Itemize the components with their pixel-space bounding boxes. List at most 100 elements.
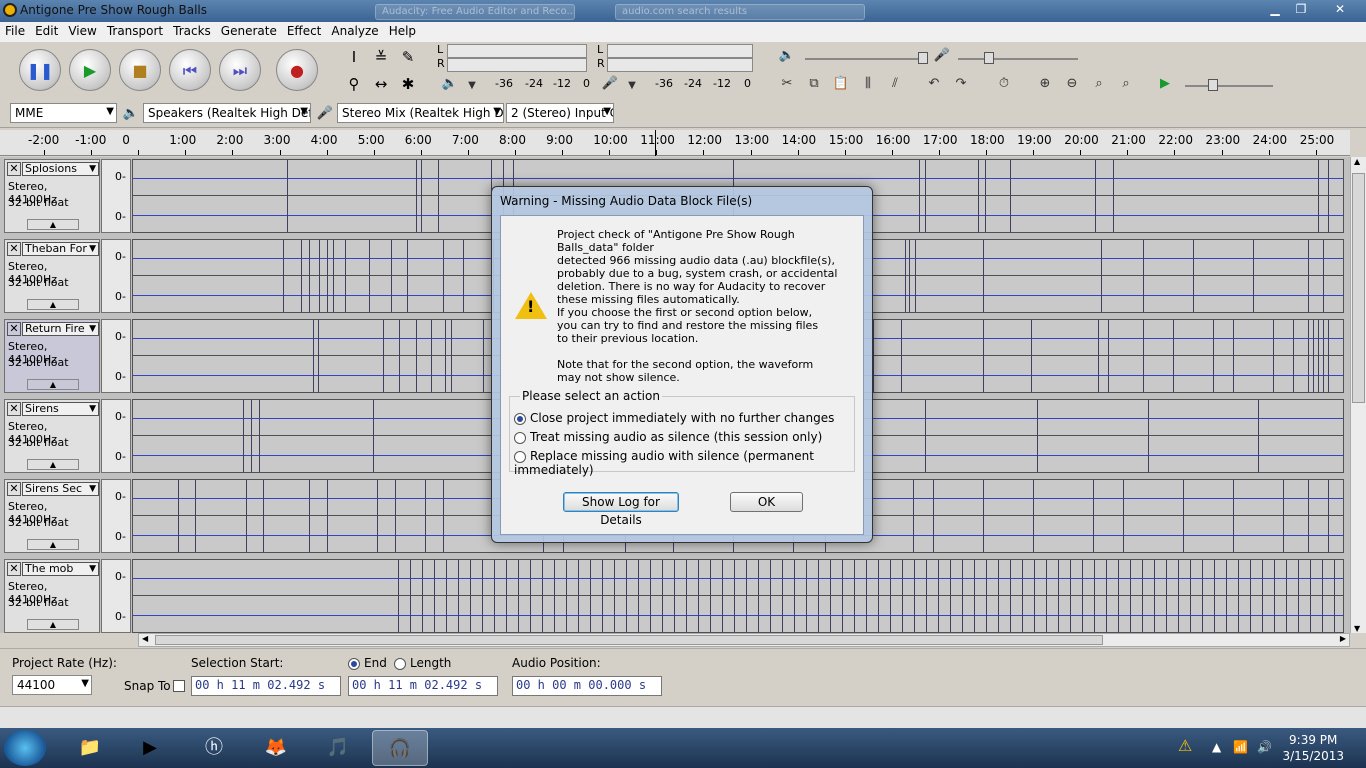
- menu-analyze[interactable]: Analyze: [326, 22, 383, 40]
- track-control-panel[interactable]: ✕ The mob Stereo, 44100Hz 32-bit float ▲: [4, 559, 100, 633]
- skip-start-button[interactable]: ⏮: [169, 49, 211, 91]
- track-close-icon[interactable]: ✕: [7, 482, 21, 496]
- collapse-icon[interactable]: ▲: [27, 219, 79, 230]
- envelope-tool[interactable]: ≚: [369, 45, 393, 69]
- system-clock[interactable]: 9:39 PM 3/15/2013: [1282, 732, 1344, 764]
- show-hidden-icons-icon[interactable]: ▲: [1212, 740, 1221, 754]
- undo-icon[interactable]: ↶: [922, 72, 946, 96]
- scroll-up-icon[interactable]: ▲: [1354, 157, 1360, 166]
- input-device-select[interactable]: Stereo Mix (Realtek High Defin▼: [337, 103, 504, 123]
- zoom-out-icon[interactable]: ⊖: [1060, 72, 1084, 96]
- collapse-icon[interactable]: ▲: [27, 539, 79, 550]
- track-close-icon[interactable]: ✕: [7, 322, 21, 336]
- track-close-icon[interactable]: ✕: [7, 562, 21, 576]
- audio-host-select[interactable]: MME ▼: [10, 103, 117, 123]
- vertical-scrollbar[interactable]: ▲ ▼: [1350, 157, 1366, 633]
- play-speed-slider[interactable]: [1185, 85, 1273, 87]
- input-volume-thumb[interactable]: [984, 52, 994, 64]
- vertical-scroll-thumb[interactable]: [1352, 173, 1365, 403]
- option-replace-silence[interactable]: Replace missing audio with silence (perm…: [514, 449, 854, 477]
- show-log-button[interactable]: Show Log for Details: [563, 492, 679, 527]
- action-center-warning-icon[interactable]: ⚠: [1178, 736, 1192, 755]
- record-button[interactable]: ●: [276, 49, 318, 91]
- scroll-right-icon[interactable]: ▶: [1340, 634, 1346, 643]
- explorer-taskbar-icon[interactable]: 📁: [62, 730, 118, 766]
- timeshift-tool[interactable]: ↔: [369, 72, 393, 96]
- selection-end-field[interactable]: 00 h 11 m 02.492 s: [348, 676, 498, 696]
- collapse-icon[interactable]: ▲: [27, 379, 79, 390]
- menu-file[interactable]: File: [0, 22, 30, 40]
- scroll-down-icon[interactable]: ▼: [1354, 624, 1360, 633]
- menu-effect[interactable]: Effect: [282, 22, 327, 40]
- minimize-button[interactable]: ▁: [1262, 0, 1288, 18]
- option-radio[interactable]: [514, 431, 526, 444]
- selection-start-field[interactable]: 00 h 11 m 02.492 s: [191, 676, 341, 696]
- skip-end-button[interactable]: ⏭: [219, 49, 261, 91]
- track-control-panel[interactable]: ✕ Sirens Stereo, 44100Hz 32-bit float ▲: [4, 399, 100, 473]
- track-name-menu[interactable]: Sirens Sec: [22, 482, 99, 496]
- track-name-menu[interactable]: Sirens: [22, 402, 99, 416]
- output-volume-thumb[interactable]: [918, 52, 928, 64]
- redo-icon[interactable]: ↷: [949, 72, 973, 96]
- play-button[interactable]: ▶: [69, 49, 111, 91]
- track-control-panel[interactable]: ✕ Sirens Sec Stereo, 44100Hz 32-bit floa…: [4, 479, 100, 553]
- copy-icon[interactable]: ⧉: [802, 72, 826, 96]
- horizontal-scroll-thumb[interactable]: [155, 635, 1103, 645]
- output-volume-slider[interactable]: [805, 58, 925, 60]
- audio-position-field[interactable]: 00 h 00 m 00.000 s: [512, 676, 662, 696]
- snap-to-checkbox[interactable]: [173, 680, 185, 692]
- play-meter-menu-button[interactable]: ▼: [460, 74, 484, 98]
- zoom-tool[interactable]: ⚲: [342, 72, 366, 96]
- track-name-menu[interactable]: Splosions: [22, 162, 99, 176]
- option-radio[interactable]: [514, 450, 526, 463]
- multi-tool[interactable]: ✱: [396, 72, 420, 96]
- input-channels-select[interactable]: 2 (Stereo) Input C ▼: [506, 103, 614, 123]
- stop-button[interactable]: ■: [119, 49, 161, 91]
- trim-icon[interactable]: ⫼: [856, 72, 880, 96]
- media-player-taskbar-icon[interactable]: ▶: [122, 730, 178, 766]
- fit-selection-icon[interactable]: ⌕: [1087, 72, 1111, 96]
- sync-lock-icon[interactable]: ⏱: [992, 72, 1016, 96]
- record-meter-menu-button[interactable]: ▼: [620, 74, 644, 98]
- pause-button[interactable]: ❚❚: [19, 49, 61, 91]
- volume-icon[interactable]: 🔊: [1257, 740, 1272, 754]
- collapse-icon[interactable]: ▲: [27, 459, 79, 470]
- collapse-icon[interactable]: ▲: [27, 619, 79, 630]
- play-at-speed-icon[interactable]: ▶: [1153, 72, 1177, 96]
- track-close-icon[interactable]: ✕: [7, 402, 21, 416]
- silence-icon[interactable]: ⫽: [883, 72, 907, 96]
- menu-generate[interactable]: Generate: [216, 22, 282, 40]
- end-radio[interactable]: [348, 658, 360, 670]
- close-button[interactable]: ✕: [1320, 0, 1360, 18]
- track-close-icon[interactable]: ✕: [7, 242, 21, 256]
- draw-tool[interactable]: ✎: [396, 45, 420, 69]
- track-control-panel[interactable]: ✕ Theban For Stereo, 44100Hz 32-bit floa…: [4, 239, 100, 313]
- track-waveform[interactable]: [132, 559, 1344, 633]
- horizontal-scrollbar[interactable]: ◀ ▶: [138, 633, 1350, 647]
- fit-project-icon[interactable]: ⌕: [1114, 72, 1138, 96]
- network-icon[interactable]: 📶: [1233, 740, 1248, 754]
- start-button[interactable]: [4, 730, 46, 766]
- menu-tracks[interactable]: Tracks: [168, 22, 216, 40]
- input-volume-slider[interactable]: [958, 58, 1078, 60]
- menu-view[interactable]: View: [63, 22, 101, 40]
- option-close-project[interactable]: Close project immediately with no furthe…: [514, 411, 834, 425]
- menu-transport[interactable]: Transport: [102, 22, 168, 40]
- track-name-menu[interactable]: Theban For: [22, 242, 99, 256]
- cut-icon[interactable]: ✂: [775, 72, 799, 96]
- track-close-icon[interactable]: ✕: [7, 162, 21, 176]
- length-radio[interactable]: [394, 658, 406, 670]
- audio-track[interactable]: ✕ The mob Stereo, 44100Hz 32-bit float ▲…: [0, 557, 1350, 633]
- timeline-ruler[interactable]: -2:00 -1:00 0 1:00 2:00 3:00 4:00 5:00 6:00 7:00 8…: [0, 130, 1350, 156]
- project-rate-select[interactable]: 44100 ▼: [12, 675, 92, 695]
- paste-icon[interactable]: 📋: [829, 72, 853, 96]
- option-radio[interactable]: [514, 412, 526, 425]
- track-control-panel[interactable]: ✕ Return Fire Stereo, 44100Hz 32-bit flo…: [4, 319, 100, 393]
- menu-help[interactable]: Help: [384, 22, 421, 40]
- ok-button[interactable]: OK: [730, 492, 803, 512]
- output-device-select[interactable]: Speakers (Realtek High Definit▼: [143, 103, 311, 123]
- hp-taskbar-icon[interactable]: ⓗ: [186, 730, 242, 766]
- track-name-menu[interactable]: Return Fire: [22, 322, 99, 336]
- track-name-menu[interactable]: The mob: [22, 562, 99, 576]
- zoom-in-icon[interactable]: ⊕: [1033, 72, 1057, 96]
